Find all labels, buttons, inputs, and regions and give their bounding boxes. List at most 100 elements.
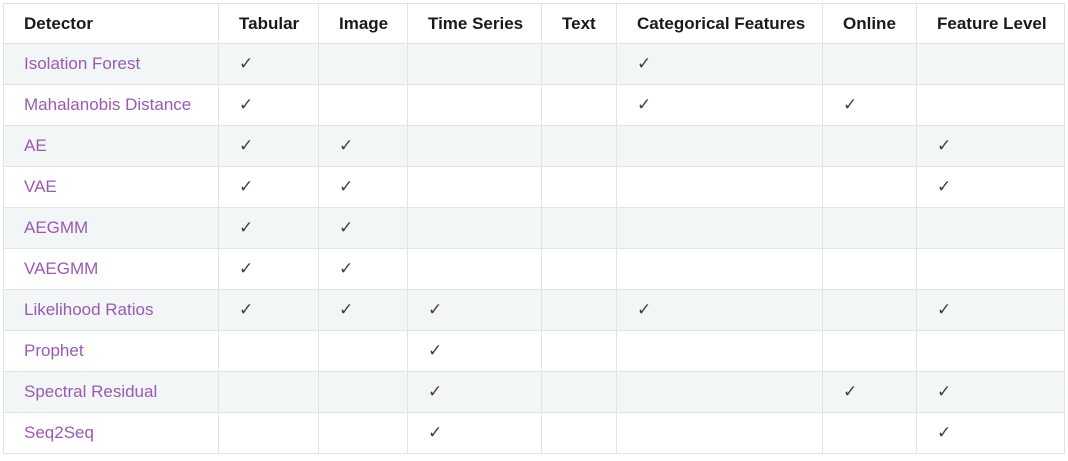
tabular-check-cell: ✓ <box>218 166 319 208</box>
time-series-check-cell <box>407 43 542 85</box>
check-icon: ✓ <box>339 259 354 279</box>
check-icon: ✓ <box>937 300 952 320</box>
online-check-cell <box>822 207 917 249</box>
detector-support-table-wrapper: Detector Tabular Image Time Series Text … <box>3 3 1065 454</box>
check-icon: ✓ <box>937 382 952 402</box>
feature-level-check-cell: ✓ <box>916 412 1065 454</box>
text-check-cell <box>541 248 617 290</box>
time-series-check-cell <box>407 84 542 126</box>
table-row: Spectral Residual ✓ ✓ ✓ <box>3 371 1065 413</box>
tabular-check-cell <box>218 371 319 413</box>
online-check-cell <box>822 248 917 290</box>
feature-level-check-cell <box>916 207 1065 249</box>
check-icon: ✓ <box>937 136 952 156</box>
detector-link[interactable]: Likelihood Ratios <box>3 289 219 331</box>
categorical-check-cell <box>616 166 823 208</box>
time-series-check-cell <box>407 125 542 167</box>
detector-link[interactable]: Mahalanobis Distance <box>3 84 219 126</box>
text-check-cell <box>541 125 617 167</box>
header-online: Online <box>822 3 917 44</box>
categorical-check-cell <box>616 248 823 290</box>
tabular-check-cell: ✓ <box>218 43 319 85</box>
time-series-check-cell: ✓ <box>407 289 542 331</box>
check-icon: ✓ <box>428 423 443 443</box>
check-icon: ✓ <box>428 341 443 361</box>
text-check-cell <box>541 84 617 126</box>
check-icon: ✓ <box>239 259 254 279</box>
time-series-check-cell: ✓ <box>407 371 542 413</box>
categorical-check-cell: ✓ <box>616 43 823 85</box>
tabular-check-cell: ✓ <box>218 289 319 331</box>
check-icon: ✓ <box>339 136 354 156</box>
table-body: Isolation Forest ✓ ✓ Mahalanobis Distanc… <box>3 43 1065 454</box>
check-icon: ✓ <box>937 177 952 197</box>
detector-link[interactable]: VAE <box>3 166 219 208</box>
tabular-check-cell: ✓ <box>218 125 319 167</box>
image-check-cell: ✓ <box>318 125 408 167</box>
detector-link[interactable]: Spectral Residual <box>3 371 219 413</box>
tabular-check-cell: ✓ <box>218 207 319 249</box>
check-icon: ✓ <box>239 136 254 156</box>
header-feature-level: Feature Level <box>916 3 1065 44</box>
categorical-check-cell: ✓ <box>616 289 823 331</box>
feature-level-check-cell: ✓ <box>916 166 1065 208</box>
categorical-check-cell <box>616 207 823 249</box>
online-check-cell <box>822 289 917 331</box>
check-icon: ✓ <box>339 177 354 197</box>
text-check-cell <box>541 289 617 331</box>
online-check-cell <box>822 330 917 372</box>
check-icon: ✓ <box>428 382 443 402</box>
detector-link[interactable]: Prophet <box>3 330 219 372</box>
categorical-check-cell <box>616 412 823 454</box>
header-image: Image <box>318 3 408 44</box>
table-row: Isolation Forest ✓ ✓ <box>3 43 1065 85</box>
text-check-cell <box>541 207 617 249</box>
feature-level-check-cell: ✓ <box>916 289 1065 331</box>
image-check-cell <box>318 43 408 85</box>
image-check-cell <box>318 330 408 372</box>
tabular-check-cell: ✓ <box>218 84 319 126</box>
check-icon: ✓ <box>239 54 254 74</box>
table-row: Prophet ✓ <box>3 330 1065 372</box>
check-icon: ✓ <box>843 382 858 402</box>
check-icon: ✓ <box>637 54 652 74</box>
header-detector: Detector <box>3 3 219 44</box>
text-check-cell <box>541 371 617 413</box>
online-check-cell <box>822 43 917 85</box>
check-icon: ✓ <box>239 218 254 238</box>
feature-level-check-cell: ✓ <box>916 125 1065 167</box>
detector-link[interactable]: AE <box>3 125 219 167</box>
table-row: AEGMM ✓ ✓ <box>3 207 1065 249</box>
check-icon: ✓ <box>239 177 254 197</box>
feature-level-check-cell <box>916 248 1065 290</box>
feature-level-check-cell <box>916 330 1065 372</box>
text-check-cell <box>541 43 617 85</box>
image-check-cell <box>318 84 408 126</box>
image-check-cell <box>318 412 408 454</box>
table-row: Mahalanobis Distance ✓ ✓ ✓ <box>3 84 1065 126</box>
table-row: Likelihood Ratios ✓ ✓ ✓ ✓ ✓ <box>3 289 1065 331</box>
tabular-check-cell: ✓ <box>218 248 319 290</box>
detector-link[interactable]: Seq2Seq <box>3 412 219 454</box>
check-icon: ✓ <box>428 300 443 320</box>
check-icon: ✓ <box>339 218 354 238</box>
detector-support-table: Detector Tabular Image Time Series Text … <box>3 3 1065 454</box>
categorical-check-cell <box>616 371 823 413</box>
check-icon: ✓ <box>239 95 254 115</box>
feature-level-check-cell <box>916 43 1065 85</box>
tabular-check-cell <box>218 330 319 372</box>
check-icon: ✓ <box>239 300 254 320</box>
detector-link[interactable]: AEGMM <box>3 207 219 249</box>
time-series-check-cell: ✓ <box>407 330 542 372</box>
time-series-check-cell <box>407 207 542 249</box>
online-check-cell <box>822 166 917 208</box>
header-row: Detector Tabular Image Time Series Text … <box>3 3 1065 44</box>
categorical-check-cell <box>616 125 823 167</box>
feature-level-check-cell: ✓ <box>916 371 1065 413</box>
detector-link[interactable]: Isolation Forest <box>3 43 219 85</box>
header-time-series: Time Series <box>407 3 542 44</box>
tabular-check-cell <box>218 412 319 454</box>
detector-link[interactable]: VAEGMM <box>3 248 219 290</box>
image-check-cell: ✓ <box>318 289 408 331</box>
text-check-cell <box>541 166 617 208</box>
